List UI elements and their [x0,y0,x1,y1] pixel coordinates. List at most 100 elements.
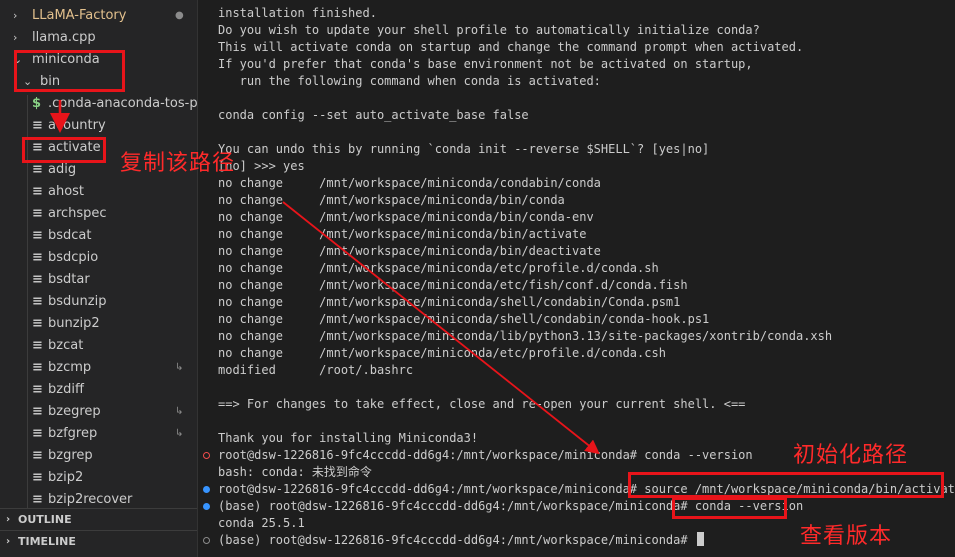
command-pending-icon[interactable] [203,537,210,544]
terminal-line: conda 25.5.1 [218,515,305,532]
terminal-line: Thank you for installing Miniconda3! [218,430,478,447]
terminal-line: This will activate conda on startup and … [218,39,803,56]
tree-item-label: bzfgrep [48,426,98,441]
tree-item-label: bsdtar [48,272,90,287]
tree-item-bsdcpio[interactable]: ≡ bsdcpio [0,247,197,269]
text-file-icon: ≡ [32,470,43,485]
tree-item-label: bzip2 [48,470,84,485]
tree-item-bzdiff[interactable]: ≡ bzdiff [0,379,197,401]
tree-item-label: bunzip2 [48,316,100,331]
text-file-icon: ≡ [32,404,43,419]
tree-item-bzcmp[interactable]: ≡ bzcmp ↳ [0,357,197,379]
terminal-line-text: no change /mnt/workspace/miniconda/shell… [218,312,710,326]
terminal-line: conda config --set auto_activate_base fa… [218,107,529,124]
chevron-right-icon: › [6,536,11,547]
tree-item-bzegrep[interactable]: ≡ bzegrep ↳ [0,401,197,423]
terminal-line-text: Do you wish to update your shell profile… [218,23,760,37]
section-outline[interactable]: › OUTLINE [0,508,197,530]
tree-item-label: llama.cpp [32,30,96,45]
terminal-line: no change /mnt/workspace/miniconda/bin/d… [218,243,601,260]
terminal-line: You can undo this by running `conda init… [218,141,709,158]
tree-item-bsdtar[interactable]: ≡ bsdtar [0,269,197,291]
terminal-line-text: no change /mnt/workspace/miniconda/etc/p… [218,261,659,275]
symlink-icon: ↳ [175,362,184,373]
tree-item-bunzip2[interactable]: ≡ bunzip2 [0,313,197,335]
terminal-line: installation finished. [218,5,377,22]
text-file-icon: ≡ [32,448,43,463]
terminal-line-text: no change /mnt/workspace/miniconda/conda… [218,176,601,190]
highlight-activate [22,137,106,163]
terminal-line-text: (base) root@dsw-1226816-9fc4cccdd-dd6g4:… [218,533,695,547]
terminal-line-text: installation finished. [218,6,377,20]
symlink-icon: ↳ [175,406,184,417]
chevron-right-icon[interactable]: › [13,5,17,27]
tree-item-label: bzgrep [48,448,93,463]
tree-item-label: bsdunzip [48,294,107,309]
text-file-icon: ≡ [32,382,43,397]
terminal-line-text: modified /root/.bashrc [218,363,414,377]
terminal-line: no change /mnt/workspace/miniconda/lib/p… [218,328,832,345]
section-label: TIMELINE [18,535,76,548]
chevron-right-icon: › [6,514,11,525]
terminal-line-text: ==> For changes to take effect, close an… [218,397,746,411]
tree-item-label: bzegrep [48,404,101,419]
terminal-line: bash: conda: 未找到命令 [218,464,372,481]
terminal-line-text: Thank you for installing Miniconda3! [218,431,479,445]
terminal-line: no change /mnt/workspace/miniconda/etc/f… [218,277,688,294]
tree-item-llama-factory[interactable]: › LLaMA-Factory ● [0,5,197,27]
tree-item-bzcat[interactable]: ≡ bzcat [0,335,197,357]
section-timeline[interactable]: › TIMELINE [0,530,197,552]
tree-item-acountry[interactable]: ≡ acountry [0,115,197,137]
text-file-icon: ≡ [32,118,43,133]
annotation-check-version: 查看版本 [800,524,893,549]
tree-item-label: .conda-anaconda-tos-pr... [48,96,215,111]
terminal-line-text: You can undo this by running `conda init… [218,142,710,156]
terminal-line: modified /root/.bashrc [218,362,413,379]
tree-item-bzfgrep[interactable]: ≡ bzfgrep ↳ [0,423,197,445]
terminal-line: ==> For changes to take effect, close an… [218,396,745,413]
terminal-line: (base) root@dsw-1226816-9fc4cccdd-dd6g4:… [218,532,704,549]
shell-file-icon: $ [32,96,42,111]
tree-item-ahost[interactable]: ≡ ahost [0,181,197,203]
highlight-conda-version-command [672,497,787,519]
annotation-copy-path: 复制该路径 [120,151,236,176]
terminal-line-text: no change /mnt/workspace/miniconda/etc/f… [218,278,688,292]
tree-item-bzgrep[interactable]: ≡ bzgrep [0,445,197,467]
text-file-icon: ≡ [32,184,43,199]
command-success-icon[interactable] [203,486,210,493]
terminal-line-text: no change /mnt/workspace/miniconda/etc/p… [218,346,666,360]
tree-item-bsdunzip[interactable]: ≡ bsdunzip [0,291,197,313]
symlink-icon: ↳ [175,428,184,439]
text-file-icon: ≡ [32,250,43,265]
tree-item-label: bsdcat [48,228,92,243]
terminal-line-text: no change /mnt/workspace/miniconda/bin/a… [218,227,587,241]
tree-item-bsdcat[interactable]: ≡ bsdcat [0,225,197,247]
terminal-line: no change /mnt/workspace/miniconda/bin/c… [218,192,565,209]
terminal-line: no change /mnt/workspace/miniconda/bin/c… [218,209,594,226]
terminal-line-text: no change /mnt/workspace/miniconda/bin/d… [218,244,601,258]
tree-item-conda-anaconda-tos-pr[interactable]: $ .conda-anaconda-tos-pr... [0,93,214,115]
tree-item-label: archspec [48,206,107,221]
text-file-icon: ≡ [32,316,43,331]
tree-item-archspec[interactable]: ≡ archspec [0,203,197,225]
chevron-right-icon[interactable]: › [13,27,17,49]
terminal-line-text: root@dsw-1226816-9fc4cccdd-dd6g4:/mnt/wo… [218,448,753,462]
section-label: OUTLINE [18,513,72,526]
terminal-line-text: no change /mnt/workspace/miniconda/bin/c… [218,193,565,207]
text-file-icon: ≡ [32,360,43,375]
command-success-icon[interactable] [203,503,210,510]
terminal-line-text: no change /mnt/workspace/miniconda/bin/c… [218,210,594,224]
modified-dot-icon: ● [175,10,184,21]
text-file-icon: ≡ [32,272,43,287]
annotation-init-path: 初始化路径 [793,443,909,468]
terminal-cursor[interactable] [696,532,704,546]
command-failed-icon[interactable] [203,452,210,459]
terminal-line: If you'd prefer that conda's base enviro… [218,56,753,73]
tree-item-label: bzcmp [48,360,92,375]
tree-item-label: ahost [48,184,85,199]
terminal-line: root@dsw-1226816-9fc4cccdd-dd6g4:/mnt/wo… [218,447,753,464]
tree-item-bzip2[interactable]: ≡ bzip2 [0,467,197,489]
text-file-icon: ≡ [32,338,43,353]
tree-item-llama-cpp[interactable]: › llama.cpp [0,27,197,49]
terminal-line-text: This will activate conda on startup and … [218,40,804,54]
